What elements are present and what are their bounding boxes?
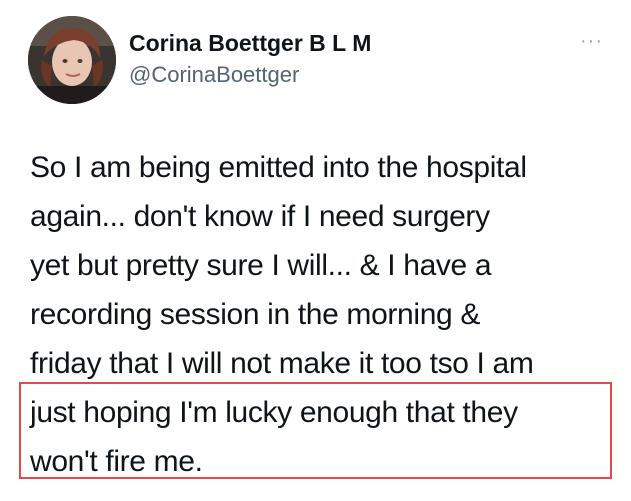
author-handle[interactable]: @CorinaBoettger [129,62,299,88]
tweet-text-line: yet but pretty sure I will... & I have a [30,249,492,282]
highlight-box [19,382,612,479]
tweet-text-line: So I am being emitted into the hospital [30,151,527,184]
tweet-text-line: again... don't know if I need surgery [30,200,490,233]
author-display-name[interactable]: Corina Boettger B L M [129,30,371,57]
more-options-icon[interactable]: ··· [580,31,603,51]
avatar[interactable] [28,16,116,104]
tweet-text-line: recording session in the morning & [30,298,481,331]
profile-photo [28,16,116,104]
tweet-text-line: friday that I will not make it too tso I… [30,347,534,380]
